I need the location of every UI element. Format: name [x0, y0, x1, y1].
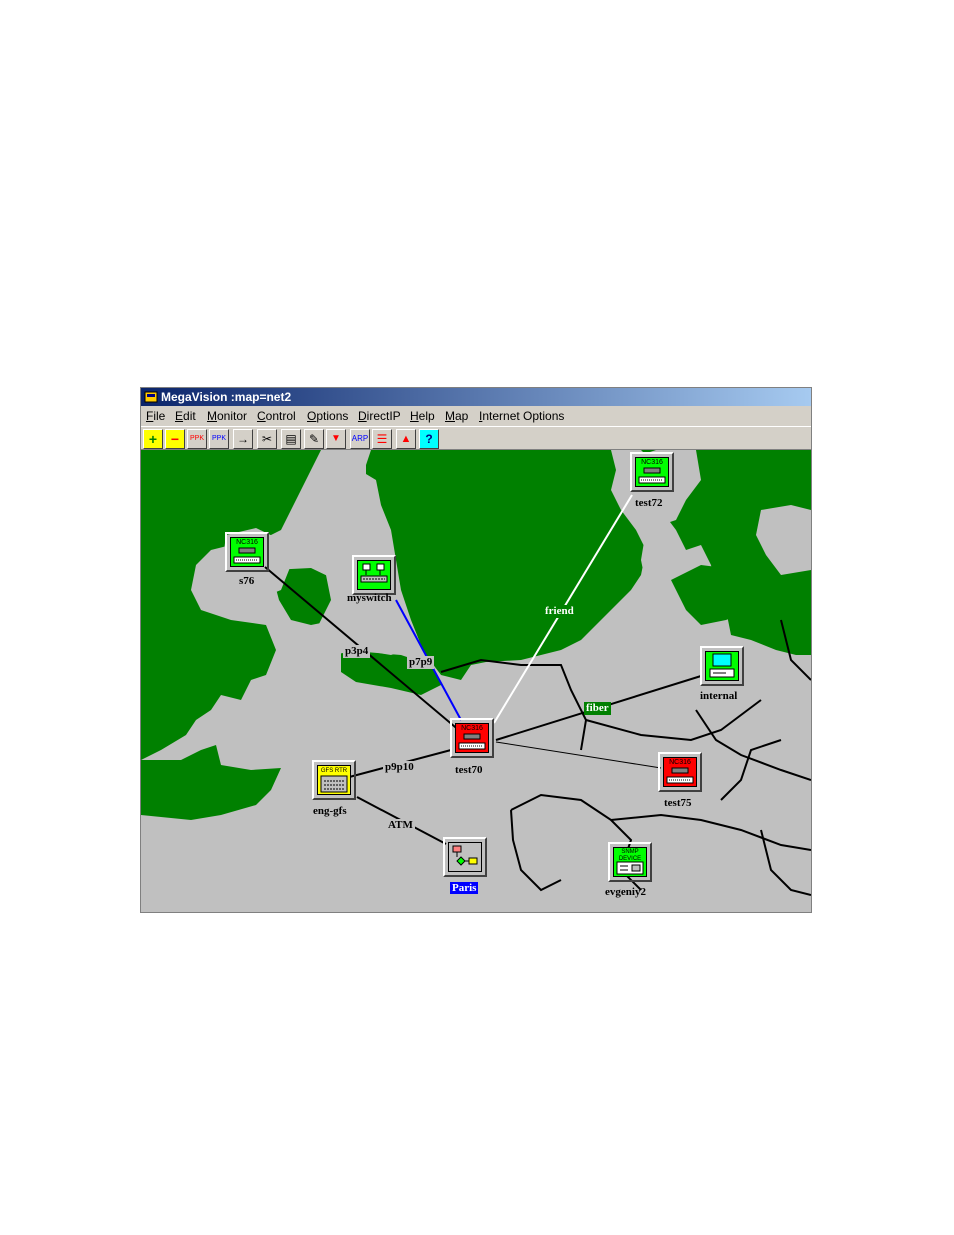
hub-icon	[666, 767, 694, 784]
node-paris[interactable]	[443, 837, 487, 877]
node-label-s76: s76	[239, 575, 255, 587]
border-2	[585, 699, 762, 742]
app-icon	[144, 391, 158, 403]
menu-file[interactable]: File	[146, 406, 165, 426]
switch-icon	[357, 560, 391, 590]
remove-folder-icon[interactable]: −	[165, 429, 185, 449]
filter-icon[interactable]: ▼	[326, 429, 346, 449]
node-internal[interactable]	[700, 646, 744, 686]
title-bar[interactable]: MegaVision :map=net2	[141, 388, 811, 406]
snmp-graphic	[616, 861, 644, 875]
window-title: MegaVision :map=net2	[161, 390, 292, 404]
hub-icon	[458, 733, 486, 750]
list-icon[interactable]: ☰	[372, 429, 392, 449]
ppk-icon[interactable]: PPK	[187, 429, 207, 449]
node-test75[interactable]: NC316	[658, 752, 702, 792]
link-label-fiber: fiber	[584, 702, 611, 715]
submap-icon	[448, 842, 482, 872]
node-label-evgeniy2: evgeniy2	[605, 886, 646, 898]
west-region-2	[141, 745, 281, 820]
node-label-paris: Paris	[450, 882, 479, 894]
border-4	[510, 793, 811, 851]
menu-directip[interactable]: DirectIP	[358, 406, 401, 426]
network-map[interactable]: friend p3p4 p7p9 fiber p9p10 ATM NC316 t…	[141, 450, 811, 912]
menu-bar: File Edit Monitor Control Options Direct…	[141, 406, 811, 426]
alarm-icon[interactable]: ▲	[396, 429, 416, 449]
border-6	[510, 809, 562, 892]
menu-options[interactable]: Options	[307, 406, 348, 426]
link-label-p7p9: p7p9	[407, 656, 435, 669]
router-icon: GFS RTR	[317, 765, 351, 795]
node-label-myswitch: myswitch	[347, 592, 392, 604]
hub-icon	[233, 547, 261, 564]
device-icon: NC316	[230, 537, 264, 567]
device-icon: NC316	[663, 757, 697, 787]
node-eng-gfs[interactable]: GFS RTR	[312, 760, 356, 800]
link-label-atm: ATM	[386, 819, 415, 832]
node-test72[interactable]: NC316	[630, 452, 674, 492]
hub-icon	[638, 467, 666, 484]
link-label-friend: friend	[543, 605, 576, 618]
link-test75[interactable]	[495, 741, 662, 769]
device-icon: NC316	[455, 723, 489, 753]
link-label-p3p4: p3p4	[343, 645, 371, 658]
workstation-graphic	[709, 653, 735, 678]
node-myswitch[interactable]	[352, 555, 396, 595]
connect-arrow-icon[interactable]: →	[233, 429, 253, 449]
menu-control[interactable]: Control	[257, 406, 296, 426]
link-label-p9p10: p9p10	[383, 761, 416, 774]
menu-map[interactable]: Map	[445, 406, 468, 426]
menu-internet-options[interactable]: Internet Options	[479, 406, 564, 426]
toolbar: + − PPK PPK → ✂ ▤ ✎ ▼ ARP ☰ ▲ ?	[141, 426, 811, 450]
help-icon[interactable]: ?	[419, 429, 439, 449]
node-s76[interactable]: NC316	[225, 532, 269, 572]
submap-graphic	[452, 845, 478, 866]
menu-monitor[interactable]: Monitor	[207, 406, 247, 426]
menu-help[interactable]: Help	[410, 406, 435, 426]
node-label-test75: test75	[664, 797, 692, 809]
snmp-device-icon: SNMP DEVICE	[613, 847, 647, 877]
device-icon: NC316	[635, 457, 669, 487]
arp-icon[interactable]: ARP	[350, 429, 370, 449]
add-folder-icon[interactable]: +	[143, 429, 163, 449]
edit-note-icon[interactable]: ✎	[304, 429, 324, 449]
node-label-internal: internal	[700, 690, 738, 702]
menu-edit[interactable]: Edit	[175, 406, 196, 426]
switch-graphic	[360, 563, 388, 583]
node-evgeniy2[interactable]: SNMP DEVICE	[608, 842, 652, 882]
border-3	[695, 709, 811, 781]
node-label-test72: test72	[635, 497, 663, 509]
workstation-icon	[705, 651, 739, 681]
paste-icon[interactable]: ▤	[281, 429, 301, 449]
node-label-eng-gfs: eng-gfs	[313, 805, 347, 817]
node-test70[interactable]: NC316	[450, 718, 494, 758]
cut-icon[interactable]: ✂	[257, 429, 277, 449]
megavision-window: MegaVision :map=net2 File Edit Monitor C…	[140, 387, 812, 913]
node-label-test70: test70	[455, 764, 483, 776]
ppk-cross-icon[interactable]: PPK	[209, 429, 229, 449]
router-graphic	[320, 775, 348, 793]
